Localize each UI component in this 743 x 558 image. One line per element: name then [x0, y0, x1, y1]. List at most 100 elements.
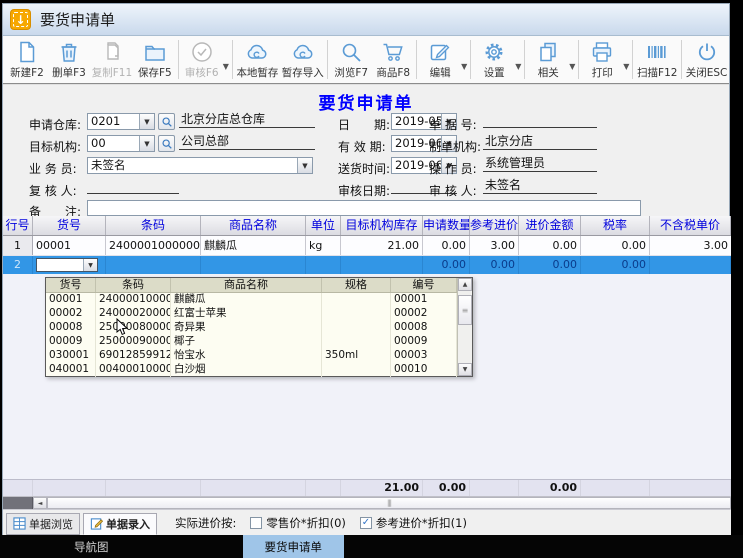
horizontal-scrollbar[interactable]: ◄ |||: [3, 496, 731, 509]
combo-arrow-icon[interactable]: ▼: [83, 259, 97, 271]
edit-dropdown-arrow-icon[interactable]: ▼: [461, 62, 467, 71]
cell-ref-price[interactable]: 3.00: [470, 236, 519, 255]
cell-barcode[interactable]: [106, 256, 201, 274]
cell-product-name[interactable]: 麒麟瓜: [201, 236, 306, 255]
cell-ref-price[interactable]: 0.00: [470, 256, 519, 274]
toolbar-separator: [327, 40, 328, 79]
picker-row[interactable]: 00002 2400002000000 红富士苹果 00002: [46, 307, 457, 321]
cell-request-qty[interactable]: 0.00: [423, 236, 470, 255]
picker-row[interactable]: 00008 2500008000000 奇异果 00008: [46, 321, 457, 335]
cell-product-name[interactable]: [201, 256, 306, 274]
col-header[interactable]: 进价金额: [519, 216, 581, 235]
col-header[interactable]: 参考进价: [470, 216, 519, 235]
col-header[interactable]: 税率: [581, 216, 650, 235]
combo-arrow-icon[interactable]: ▼: [139, 136, 154, 151]
cell-notax-price[interactable]: 3.00: [650, 236, 731, 255]
col-header[interactable]: 行号: [3, 216, 33, 235]
total-price-amount: 0.00: [519, 480, 581, 496]
picker-row[interactable]: 00009 2500009000000 椰子 00009: [46, 335, 457, 349]
combo-arrow-icon[interactable]: ▼: [297, 158, 312, 173]
scroll-down-button[interactable]: ▼: [458, 363, 472, 376]
actual-price-label: 实际进价按:: [175, 515, 236, 531]
scroll-up-button[interactable]: ▲: [458, 278, 472, 291]
cell-barcode[interactable]: 2400001000000: [106, 236, 201, 255]
picker-row[interactable]: 00001 2400001000000 麒麟瓜 00001: [46, 293, 457, 307]
apply-warehouse-combo[interactable]: 0201 ▼: [87, 113, 155, 130]
cell-tax-rate[interactable]: 0.00: [581, 236, 650, 255]
barcode-icon: [645, 40, 669, 64]
print-dropdown-arrow-icon[interactable]: ▼: [623, 62, 629, 71]
settings-dropdown-arrow-icon[interactable]: ▼: [515, 62, 521, 71]
picker-col-header: 商品名称: [171, 278, 322, 292]
checkbox-icon[interactable]: [250, 517, 262, 529]
edit-button[interactable]: 编辑: [419, 38, 461, 82]
col-header[interactable]: 商品名称: [201, 216, 306, 235]
salesman-combo[interactable]: 未签名 ▼: [87, 157, 313, 174]
col-header[interactable]: 条码: [106, 216, 201, 235]
local-save-button[interactable]: 本地暂存: [235, 36, 280, 83]
folder-icon: [143, 40, 167, 64]
cell-tax-rate[interactable]: 0.00: [581, 256, 650, 274]
delete-button[interactable]: 删单F3: [48, 36, 90, 83]
col-header[interactable]: 单位: [306, 216, 341, 235]
taskbar-item-request-form[interactable]: 要货申请单: [243, 535, 345, 558]
auditor-label: 审 核 人:: [429, 182, 477, 199]
cloud-icon: [291, 40, 315, 64]
cell-target-stock[interactable]: [341, 256, 423, 274]
cell-unit[interactable]: kg: [306, 236, 341, 255]
cell-price-amount[interactable]: 0.00: [519, 236, 581, 255]
tab-doc-entry[interactable]: 单据录入: [83, 513, 157, 535]
save-button[interactable]: 保存F5: [134, 36, 176, 83]
cell-price-amount[interactable]: 0.00: [519, 256, 581, 274]
cell-target-stock[interactable]: 21.00: [341, 236, 423, 255]
scan-button[interactable]: 扫描F12: [635, 36, 679, 83]
cell-request-qty[interactable]: 0.00: [423, 256, 470, 274]
temp-import-button[interactable]: 暂存导入: [280, 36, 325, 83]
goods-button[interactable]: 商品F8: [372, 36, 414, 83]
item-no-input[interactable]: [37, 259, 83, 271]
browse-button[interactable]: 浏览F7: [330, 36, 372, 83]
col-header[interactable]: 申请数量: [423, 216, 470, 235]
scrollbar-thumb[interactable]: |||: [47, 497, 731, 509]
checkbox-checked-icon[interactable]: ✓: [360, 517, 372, 529]
combo-arrow-icon[interactable]: ▼: [139, 114, 154, 129]
taskbar-item-navmap[interactable]: 导航图: [60, 535, 123, 558]
close-button[interactable]: 关闭ESC: [684, 36, 729, 83]
make-org-value: 北京分店: [483, 134, 597, 150]
related-dropdown-arrow-icon[interactable]: ▼: [569, 62, 575, 71]
copy-button[interactable]: 复制F11: [90, 36, 134, 83]
table-row[interactable]: 1 00001 2400001000000 麒麟瓜 kg 21.00 0.00 …: [3, 236, 731, 256]
settings-button[interactable]: 设置: [473, 38, 515, 82]
related-button[interactable]: 相关: [527, 38, 569, 82]
scrollbar-thumb[interactable]: ≡: [458, 295, 472, 325]
picker-scrollbar[interactable]: ▲ ≡ ▼: [457, 278, 472, 376]
target-org-lookup-button[interactable]: [158, 135, 175, 152]
checkbox-ref-discount[interactable]: ✓ 参考进价*折扣(1): [360, 515, 467, 531]
table-row-selected[interactable]: 2 ▼ 0.00 0.00 0.00 0.00: [3, 256, 731, 274]
scroll-left-button[interactable]: ◄: [33, 497, 47, 509]
total-target-stock: 21.00: [341, 480, 423, 496]
col-header[interactable]: 目标机构库存: [341, 216, 423, 235]
apply-warehouse-label: 申请仓库:: [29, 116, 81, 133]
target-org-combo[interactable]: 00 ▼: [87, 135, 155, 152]
toolbar-separator: [232, 40, 233, 79]
remark-input[interactable]: [87, 200, 641, 216]
picker-row[interactable]: 030001 6901285991240 怡宝水 350ml 00003: [46, 349, 457, 363]
apply-warehouse-lookup-button[interactable]: [158, 113, 175, 130]
cell-unit[interactable]: [306, 256, 341, 274]
toolbar-separator: [416, 40, 417, 79]
cell-item-no[interactable]: 00001: [33, 236, 106, 255]
cell-notax-price[interactable]: [650, 256, 731, 274]
new-button[interactable]: 新建F2: [6, 36, 48, 83]
audit-dropdown-arrow-icon[interactable]: ▼: [223, 62, 229, 71]
gear-icon: [482, 40, 506, 64]
col-header[interactable]: 不含税单价: [650, 216, 731, 235]
picker-row[interactable]: 040001 0040001000005 白沙烟 00010: [46, 363, 457, 377]
tab-doc-browse[interactable]: 单据浏览: [6, 513, 80, 535]
audit-button[interactable]: 审核F6: [181, 38, 223, 82]
cell-item-no-editing[interactable]: ▼: [33, 256, 106, 274]
print-button[interactable]: 打印: [581, 38, 623, 82]
col-header[interactable]: 货号: [33, 216, 106, 235]
checkbox-retail-discount[interactable]: 零售价*折扣(0): [250, 515, 346, 531]
item-no-combo[interactable]: ▼: [36, 258, 98, 272]
